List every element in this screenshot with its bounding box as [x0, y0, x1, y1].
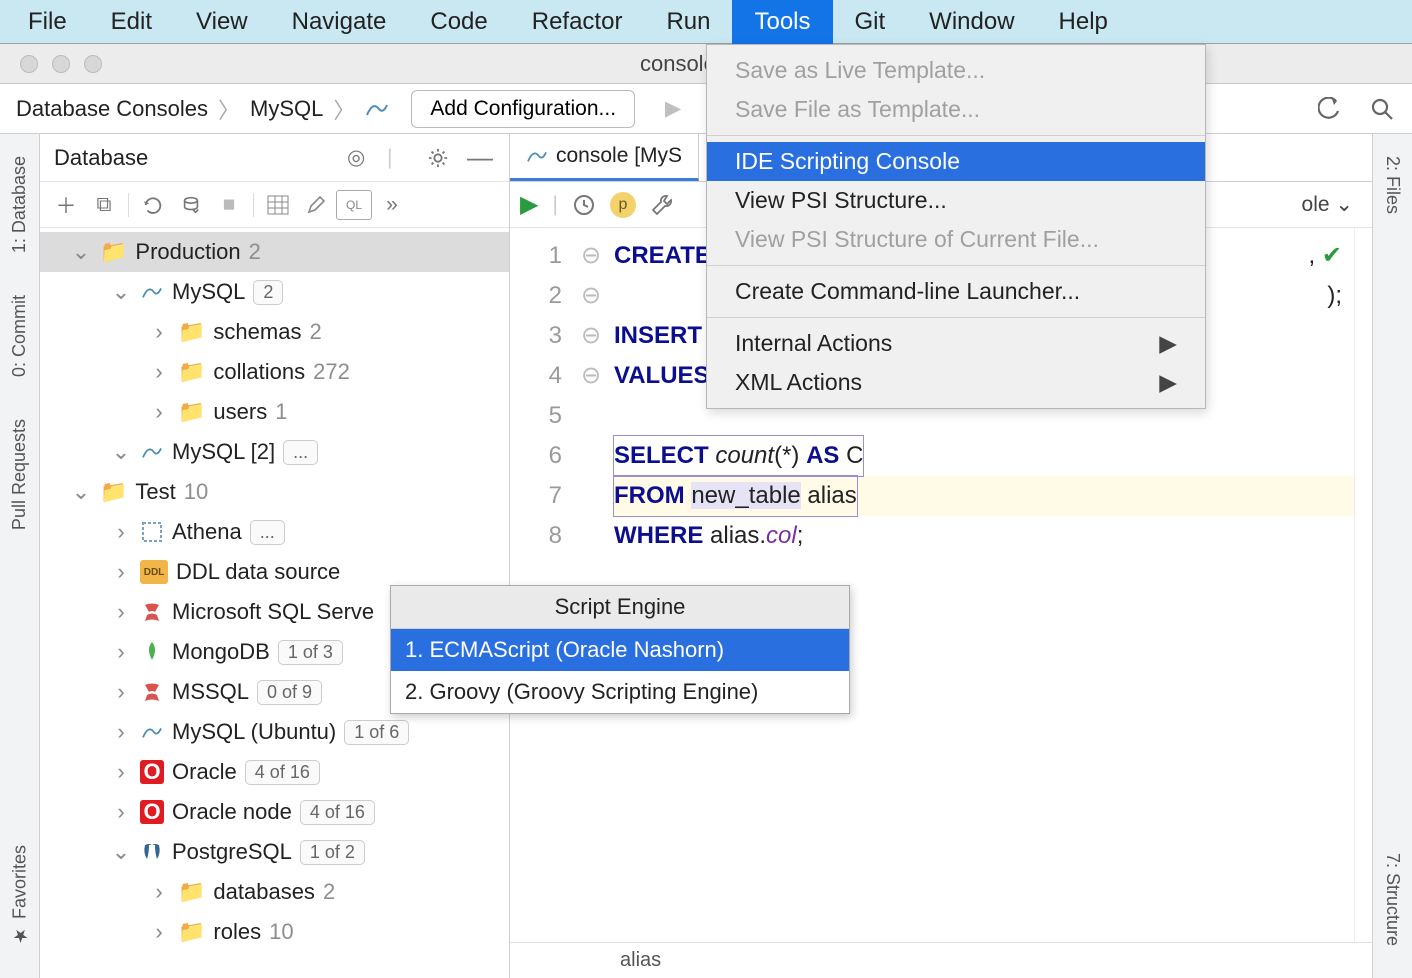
mi-view-psi[interactable]: View PSI Structure... — [707, 181, 1205, 220]
tree-collations[interactable]: ›📁collations272 — [40, 352, 509, 392]
sync-icon[interactable] — [173, 190, 209, 220]
tree-mysql[interactable]: ⌄MySQL2 — [40, 272, 509, 312]
mysql-icon — [526, 147, 548, 165]
menu-git[interactable]: Git — [833, 0, 908, 44]
tree-athena[interactable]: ›Athena... — [40, 512, 509, 552]
mi-internal-actions[interactable]: Internal Actions▶ — [707, 324, 1205, 363]
new-icon[interactable]: ＋ — [48, 190, 84, 220]
menu-tools[interactable]: Tools — [732, 0, 832, 44]
script-engine-popup: Script Engine 1. ECMAScript (Oracle Nash… — [390, 585, 850, 714]
crumb-1[interactable]: MySQL — [250, 96, 323, 122]
error-stripe[interactable] — [1354, 228, 1372, 942]
tree-databases[interactable]: ›📁databases2 — [40, 872, 509, 912]
mysql-icon — [365, 99, 389, 119]
mi-view-psi-current: View PSI Structure of Current File... — [707, 220, 1205, 259]
rail-files[interactable]: 2: Files — [1382, 144, 1403, 226]
tree-users[interactable]: ›📁users1 — [40, 392, 509, 432]
tree-roles[interactable]: ›📁roles10 — [40, 912, 509, 952]
tree-production[interactable]: ⌄📁Production2 — [40, 232, 509, 272]
rail-database[interactable]: 1: Database — [9, 144, 30, 265]
wrench-icon[interactable] — [650, 193, 674, 217]
script-opt-groovy[interactable]: 2. Groovy (Groovy Scripting Engine) — [391, 671, 849, 713]
editor-crumb-bar: alias — [510, 942, 1372, 978]
tree-postgresql[interactable]: ⌄PostgreSQL1 of 2 — [40, 832, 509, 872]
table-icon[interactable] — [260, 190, 296, 220]
crumb-sep: 〉 — [331, 93, 357, 125]
menu-code[interactable]: Code — [408, 0, 509, 44]
menu-refactor[interactable]: Refactor — [510, 0, 645, 44]
minimize-icon[interactable]: — — [467, 142, 495, 173]
tab-console[interactable]: console [MyS — [510, 134, 699, 181]
menubar: File Edit View Navigate Code Refactor Ru… — [0, 0, 1412, 44]
oracle-icon: O — [140, 760, 164, 784]
menu-view[interactable]: View — [174, 0, 270, 44]
rail-commit[interactable]: 0: Commit — [9, 283, 30, 389]
rail-structure[interactable]: 7: Structure — [1382, 841, 1403, 958]
rail-favorites[interactable]: ★Favorites — [9, 833, 31, 958]
menu-edit[interactable]: Edit — [89, 0, 174, 44]
tools-dropdown: Save as Live Template... Save File as Te… — [706, 44, 1206, 409]
submenu-arrow-icon: ▶ — [1159, 369, 1177, 396]
oracle-icon: O — [140, 800, 164, 824]
query-console-icon[interactable]: QL — [336, 190, 372, 220]
undo-icon[interactable] — [1316, 95, 1344, 123]
menu-window[interactable]: Window — [907, 0, 1036, 44]
editor-crumb[interactable]: alias — [620, 949, 661, 972]
athena-icon — [140, 520, 164, 544]
tree-mysql2[interactable]: ⌄MySQL [2]... — [40, 432, 509, 472]
script-opt-ecmascript[interactable]: 1. ECMAScript (Oracle Nashorn) — [391, 629, 849, 671]
gear-icon[interactable] — [427, 147, 455, 169]
run-disabled-icon: ▶ — [659, 95, 687, 123]
separator: | — [387, 146, 415, 170]
search-icon[interactable] — [1368, 95, 1396, 123]
window-controls[interactable] — [20, 55, 102, 73]
run-icon[interactable]: ▶ — [520, 190, 538, 219]
crumb-0[interactable]: Database Consoles — [16, 96, 208, 122]
refresh-icon[interactable] — [135, 190, 171, 220]
menu-file[interactable]: File — [6, 0, 89, 44]
ddl-icon: DDL — [140, 560, 168, 584]
tree-oracle[interactable]: ›OOracle4 of 16 — [40, 752, 509, 792]
sidebar-title: Database — [54, 145, 148, 171]
sidebar-header: Database ◎ | — — [40, 134, 509, 182]
sidebar-toolbar: ＋ ⧉ ■ QL » — [40, 182, 509, 228]
rail-pullrequests[interactable]: Pull Requests — [9, 407, 30, 542]
mi-xml-actions[interactable]: XML Actions▶ — [707, 363, 1205, 402]
tree-test[interactable]: ⌄📁Test10 — [40, 472, 509, 512]
more-icon[interactable]: » — [374, 190, 410, 220]
tree-schemas[interactable]: ›📁schemas2 — [40, 312, 509, 352]
mysql-icon — [140, 280, 164, 304]
database-sidebar: Database ◎ | — ＋ ⧉ ■ — [40, 134, 510, 978]
stop-icon[interactable]: ■ — [211, 190, 247, 220]
console-schema-dropdown[interactable]: ole ⌄ — [1293, 187, 1362, 222]
tree-oracle-node[interactable]: ›OOracle node4 of 16 — [40, 792, 509, 832]
popup-title: Script Engine — [391, 586, 849, 629]
p-badge-icon[interactable]: p — [610, 192, 636, 218]
mi-save-live-template: Save as Live Template... — [707, 51, 1205, 90]
duplicate-icon[interactable]: ⧉ — [86, 190, 122, 220]
left-tool-rail: 1: Database 0: Commit Pull Requests ★Fav… — [0, 134, 40, 978]
add-configuration-button[interactable]: Add Configuration... — [411, 90, 635, 128]
menu-navigate[interactable]: Navigate — [270, 0, 409, 44]
target-icon[interactable]: ◎ — [347, 145, 375, 170]
mysql-icon — [140, 440, 164, 464]
tab-label: console [MyS — [556, 144, 682, 168]
postgres-icon — [140, 840, 164, 864]
submenu-arrow-icon: ▶ — [1159, 330, 1177, 357]
mi-create-cli-launcher[interactable]: Create Command-line Launcher... — [707, 272, 1205, 311]
menu-run[interactable]: Run — [644, 0, 732, 44]
mi-ide-scripting-console[interactable]: IDE Scripting Console — [707, 142, 1205, 181]
mongodb-icon — [140, 640, 164, 664]
menu-help[interactable]: Help — [1037, 0, 1130, 44]
crumb-sep: 〉 — [216, 93, 242, 125]
tree-mysql-ubuntu[interactable]: ›MySQL (Ubuntu)1 of 6 — [40, 712, 509, 752]
sqlserver-icon — [140, 600, 164, 624]
edit-icon[interactable] — [298, 190, 334, 220]
breadcrumb[interactable]: Database Consoles 〉 MySQL 〉 — [16, 93, 389, 125]
history-icon[interactable] — [572, 193, 596, 217]
right-tool-rail: 2: Files 7: Structure — [1372, 134, 1412, 978]
mi-save-file-template: Save File as Template... — [707, 90, 1205, 129]
mysql-icon — [140, 720, 164, 744]
sqlserver-icon — [140, 680, 164, 704]
